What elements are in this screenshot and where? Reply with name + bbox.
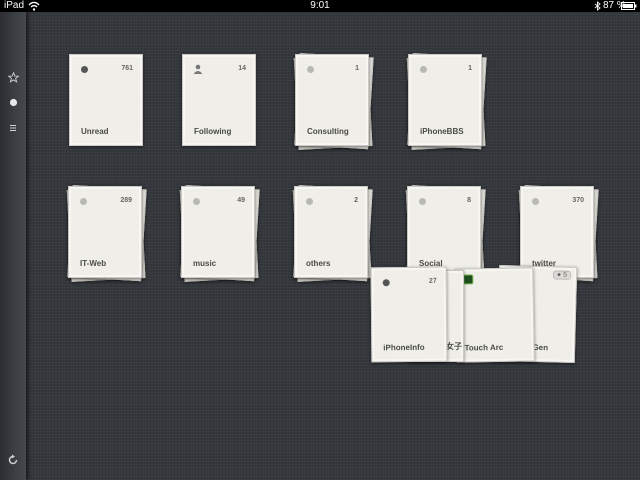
card-count: 370 xyxy=(572,197,584,204)
dark-dot-icon xyxy=(382,279,390,287)
bluetooth-icon xyxy=(594,1,601,11)
card-title: Following xyxy=(194,127,232,136)
person-icon xyxy=(193,64,203,74)
card-title: Touch Arc xyxy=(464,342,504,353)
folder-card-unread[interactable]: 761 Unread xyxy=(69,54,143,146)
card-count: 1 xyxy=(355,65,359,72)
dark-dot-icon xyxy=(81,66,88,73)
folder-card-music[interactable]: 49 music xyxy=(179,184,260,282)
dot-icon xyxy=(80,198,87,205)
card-count: 49 xyxy=(237,197,245,204)
battery-icon xyxy=(621,2,637,10)
folder-card-iphonebbs[interactable]: 1 iPhoneBBS xyxy=(406,52,487,150)
fan-card-iphoneinfo[interactable]: 27 iPhoneInfo xyxy=(370,266,448,363)
folder-card-others[interactable]: 2 others xyxy=(292,184,373,282)
card-title: Unread xyxy=(81,127,109,136)
dot-icon xyxy=(306,198,313,205)
clock: 9:01 xyxy=(310,0,330,11)
card-title: 女子 xyxy=(446,342,462,351)
card-count: 27 xyxy=(428,277,437,285)
sidebar xyxy=(0,12,26,480)
folder-card-following[interactable]: 14 Following xyxy=(182,54,256,146)
dot-icon xyxy=(307,66,314,73)
refresh-icon[interactable] xyxy=(5,454,21,470)
dot-icon xyxy=(420,66,427,73)
star-icon[interactable] xyxy=(5,72,21,88)
dot-icon[interactable] xyxy=(5,98,21,114)
dot-icon xyxy=(193,198,200,205)
card-count: 14 xyxy=(238,65,246,72)
card-title: IT-Web xyxy=(80,259,107,268)
card-title: music xyxy=(193,259,217,268)
card-count: 761 xyxy=(121,65,133,72)
card-count: 2 xyxy=(354,197,358,204)
list-icon[interactable] xyxy=(5,124,21,140)
dot-icon xyxy=(532,198,539,205)
folder-card-consulting[interactable]: 1 Consulting xyxy=(293,52,374,150)
card-title: iPhoneBBS xyxy=(420,127,464,136)
unread-badge: ● 5 xyxy=(552,270,572,280)
card-title: Consulting xyxy=(307,127,349,136)
status-bar: iPad 9:01 87 % xyxy=(0,0,640,12)
card-title: iPhoneInfo xyxy=(383,342,425,353)
folder-card-it-web[interactable]: 289 IT-Web xyxy=(66,184,147,282)
card-count: 289 xyxy=(120,197,132,204)
folder-card-twitter[interactable]: 370 twitter xyxy=(518,184,599,282)
app-icon xyxy=(463,274,474,285)
card-title: others xyxy=(306,259,331,268)
card-count: 1 xyxy=(468,65,472,72)
folder-card-social[interactable]: 8 Social xyxy=(405,184,486,282)
fan-card-touch-arcade[interactable]: Touch Arc xyxy=(455,267,535,363)
dot-icon xyxy=(419,198,426,205)
card-count: 8 xyxy=(467,197,471,204)
